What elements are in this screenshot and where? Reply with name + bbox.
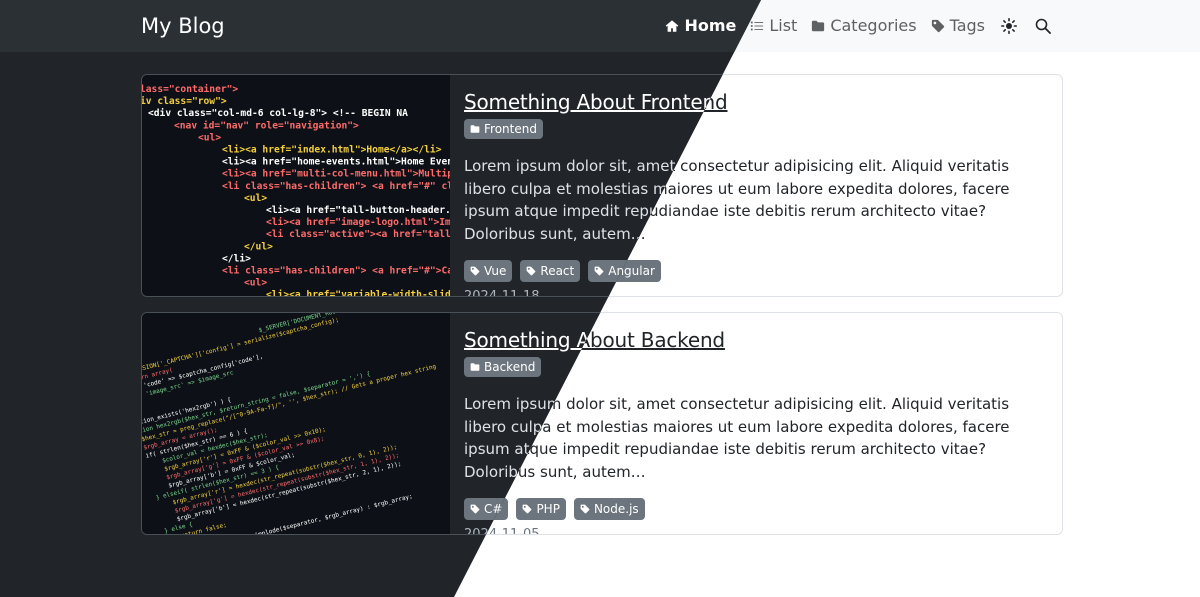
tag-badge[interactable]: PHP [516, 498, 566, 520]
html-code-image: lass="container">iv class="row"><div cla… [142, 83, 450, 297]
code-line: <div class="col-md-6 col-lg-8"> <!-- BEG… [148, 107, 408, 119]
code-line: <li><a href="home-events.html">Home Even… [222, 156, 450, 168]
code-line: <li><a href="index.html">Home</a></li> [222, 144, 442, 156]
folder-icon [470, 362, 480, 372]
tag-icon [470, 504, 480, 514]
post-title-link[interactable]: Something About Frontend [464, 89, 728, 115]
code-line: </ul> [244, 241, 273, 252]
tag-badge[interactable]: Node.js [573, 498, 645, 520]
tag-icon [526, 266, 536, 276]
code-line: <li><a href="image-logo.html">Image [266, 216, 450, 228]
tag-label: React [540, 264, 575, 278]
tag-label: Node.js [593, 502, 639, 516]
category-label: Backend [484, 360, 536, 374]
tag-icon [931, 19, 945, 33]
tag-list: C# PHP Node.js [464, 498, 1044, 520]
nav-item-label: Categories [830, 16, 917, 35]
post-thumbnail[interactable]: lass="container">iv class="row"><div cla… [142, 75, 450, 297]
tag-icon [594, 266, 604, 276]
nav-item-home[interactable]: Home [665, 15, 736, 37]
tag-badge[interactable]: React [520, 260, 581, 282]
category-badge[interactable]: Frontend [464, 119, 543, 139]
category-badge[interactable]: Backend [464, 357, 542, 377]
tag-icon [522, 504, 532, 514]
site-brand[interactable]: My Blog [141, 13, 225, 39]
code-line: </li> [222, 252, 251, 264]
theme-toggle-button[interactable] [999, 18, 1019, 34]
code-line: <li><a href="variable-width-slider.ht [266, 289, 450, 297]
tag-icon [470, 266, 480, 276]
code-line: <li><a href="tall-button-header.html [266, 204, 450, 216]
tag-icon [580, 504, 590, 514]
code-line: lass="container"> [142, 83, 238, 95]
code-line: <ul> [244, 278, 267, 289]
tag-label: Vue [484, 264, 507, 278]
post-thumbnail[interactable]: $_SERVER['DOCUMENT_ROOT'])) . '?_CAPTCH$… [142, 313, 450, 534]
post-date: 2024-11-05 [464, 527, 540, 535]
tag-badge[interactable]: Vue [464, 260, 513, 282]
nav-item-label: Tags [949, 16, 985, 35]
folder-icon [811, 19, 825, 33]
nav-item-list[interactable]: List [750, 15, 797, 37]
code-line: iv class="row"> [142, 95, 227, 107]
nav-item-tags[interactable]: Tags [931, 15, 985, 37]
code-line: <nav id="nav" role="navigation"> [174, 119, 359, 131]
code-line: <li class="has-children"> <a href="#" cl… [222, 180, 450, 192]
nav-item-label: List [769, 16, 798, 35]
nav-item-label: Home [684, 16, 737, 35]
category-label: Frontend [484, 122, 537, 136]
sun-icon [1001, 18, 1017, 34]
code-line: <li><a href="multi-col-menu.html">Multip… [222, 168, 450, 180]
list-icon [750, 19, 764, 33]
tag-label: PHP [536, 502, 560, 516]
nav-item-categories[interactable]: Categories [811, 15, 917, 37]
search-button[interactable] [1033, 18, 1053, 34]
php-code-image: $_SERVER['DOCUMENT_ROOT'])) . '?_CAPTCH$… [142, 313, 437, 534]
code-line: <li class="active"><a href="tall-log [266, 228, 450, 240]
code-line: <ul> [198, 132, 221, 143]
home-icon [665, 19, 679, 33]
folder-icon [470, 124, 480, 134]
code-line: <li class="has-children"> <a href="#">Ca… [222, 265, 450, 277]
search-icon [1035, 18, 1051, 34]
code-line: <ul> [244, 193, 267, 204]
